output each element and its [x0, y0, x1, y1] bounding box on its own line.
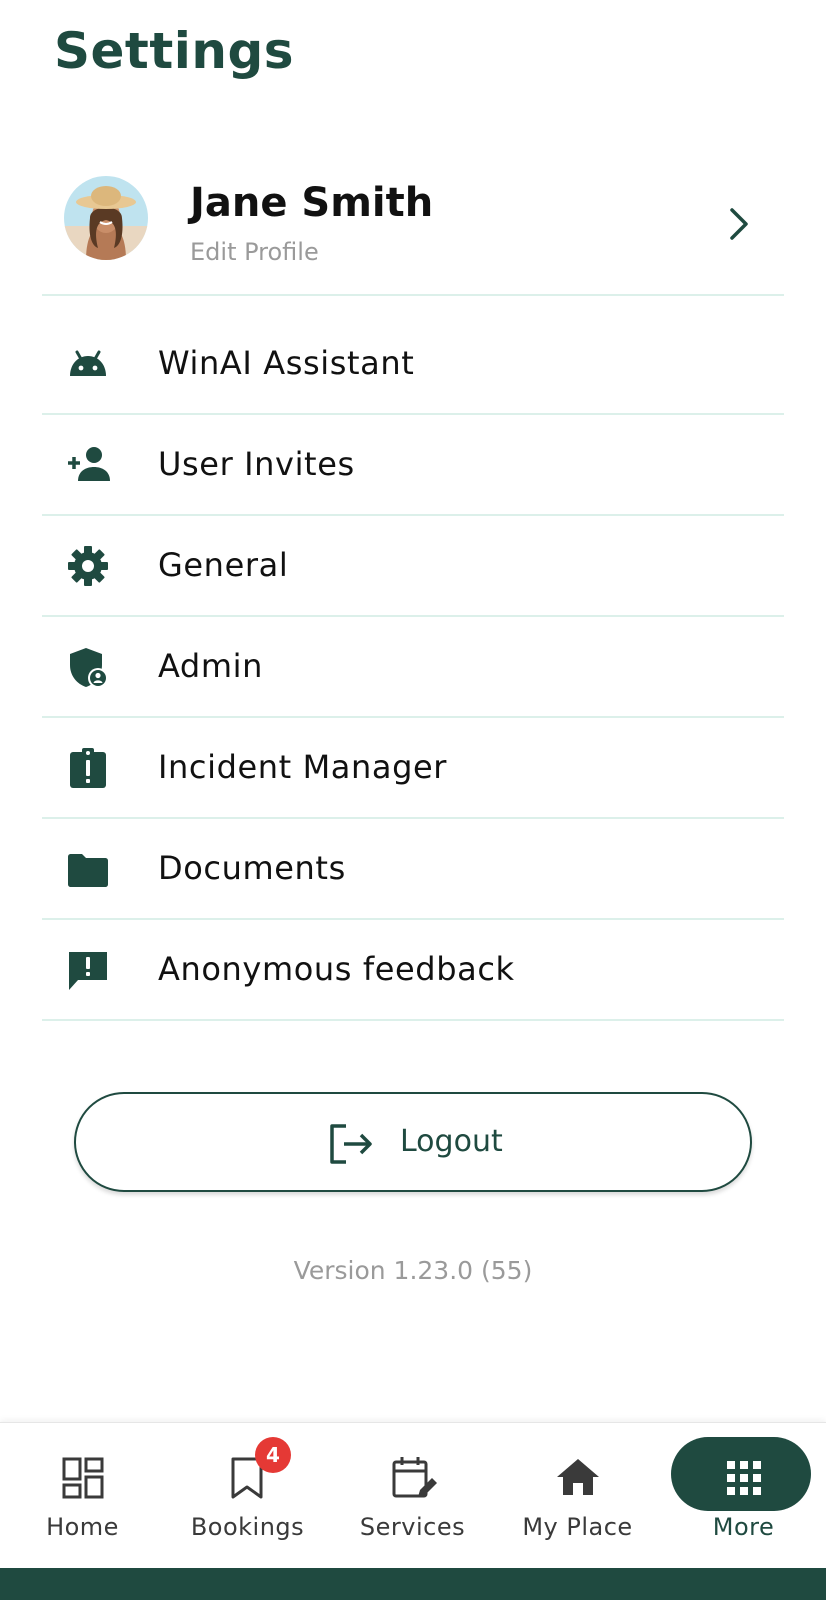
calendar-edit-icon	[392, 1457, 437, 1498]
profile-name: Jane Smith	[190, 180, 434, 226]
admin-shield-icon	[70, 648, 108, 688]
page-title: Settings	[54, 22, 295, 80]
avatar	[64, 176, 148, 260]
dashboard-icon	[62, 1457, 103, 1499]
nav-my-place[interactable]: My Place	[495, 1423, 660, 1569]
nav-label: Bookings	[190, 1513, 305, 1541]
settings-menu: WinAI Assistant User Invites General Adm…	[42, 314, 784, 1021]
menu-item-user-invites[interactable]: User Invites	[42, 415, 784, 516]
menu-item-winai-assistant[interactable]: WinAI Assistant	[42, 314, 784, 415]
profile-row[interactable]: Jane Smith Edit Profile	[42, 160, 784, 296]
edit-profile-link[interactable]: Edit Profile	[190, 238, 319, 266]
person-add-icon	[68, 447, 110, 481]
bottom-navigation: Home 4 Bookings Services My Place More	[0, 1422, 826, 1568]
logout-label: Logout	[400, 1124, 503, 1159]
menu-item-label: General	[158, 546, 289, 584]
nav-services[interactable]: Services	[330, 1423, 495, 1569]
clipboard-alert-icon	[70, 748, 106, 788]
grid-icon	[726, 1461, 761, 1495]
menu-item-label: WinAI Assistant	[158, 344, 415, 382]
notification-badge: 4	[255, 1437, 291, 1473]
menu-item-label: Documents	[158, 849, 346, 887]
nav-label: Services	[359, 1513, 466, 1541]
menu-item-label: Anonymous feedback	[158, 950, 515, 988]
menu-item-anonymous-feedback[interactable]: Anonymous feedback	[42, 920, 784, 1021]
version-text: Version 1.23.0 (55)	[293, 1256, 533, 1285]
nav-bookings[interactable]: 4 Bookings	[165, 1423, 330, 1569]
logout-icon	[330, 1124, 372, 1164]
menu-item-label: Incident Manager	[158, 748, 448, 786]
nav-home[interactable]: Home	[0, 1423, 165, 1569]
nav-label: Home	[46, 1513, 119, 1541]
menu-item-admin[interactable]: Admin	[42, 617, 784, 718]
chevron-right-icon	[730, 208, 748, 240]
nav-label: More	[712, 1513, 775, 1541]
folder-icon	[68, 854, 108, 887]
gear-icon	[68, 546, 108, 586]
system-navigation-bar	[0, 1568, 826, 1600]
menu-item-label: Admin	[158, 647, 263, 685]
logout-button[interactable]: Logout	[74, 1092, 752, 1192]
menu-item-general[interactable]: General	[42, 516, 784, 617]
feedback-icon	[69, 952, 107, 990]
menu-item-documents[interactable]: Documents	[42, 819, 784, 920]
menu-item-incident-manager[interactable]: Incident Manager	[42, 718, 784, 819]
nav-label: My Place	[522, 1513, 633, 1541]
nav-more[interactable]: More	[661, 1423, 826, 1569]
android-icon	[70, 350, 106, 376]
menu-item-label: User Invites	[158, 445, 355, 483]
house-icon	[556, 1459, 599, 1495]
